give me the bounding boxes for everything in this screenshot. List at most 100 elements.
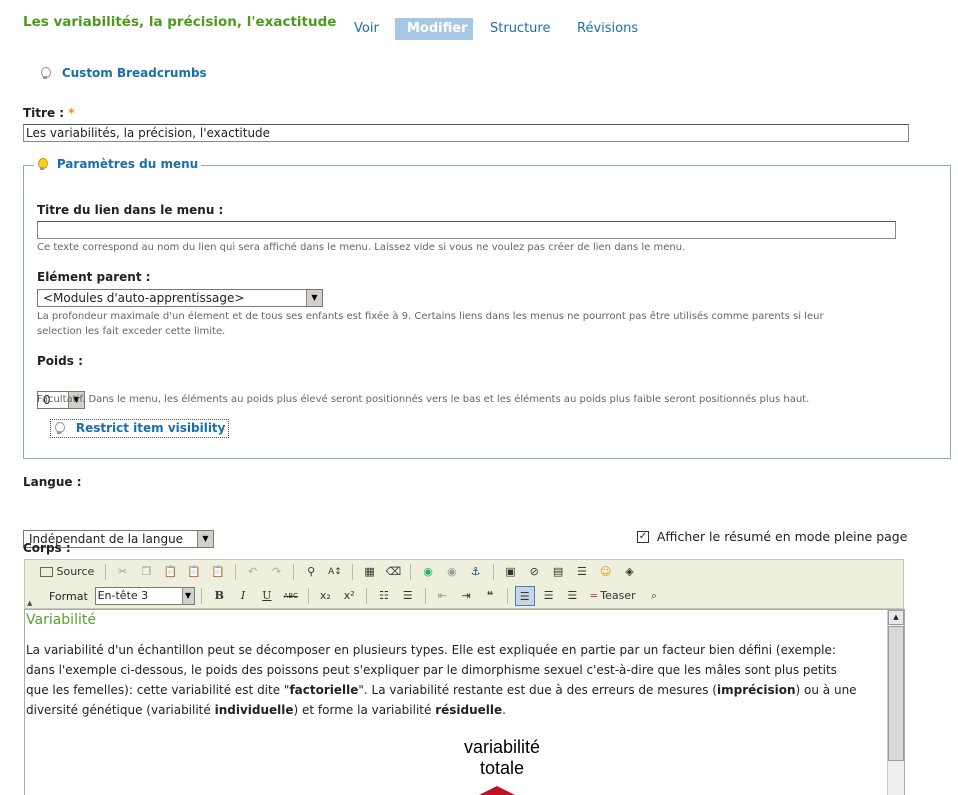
corps-label: Corps : bbox=[23, 541, 71, 555]
numbered-list-icon[interactable]: ☷ bbox=[374, 586, 394, 606]
teaser-button-label: Teaser bbox=[600, 589, 636, 602]
dropdown-arrow-icon[interactable]: ▼ bbox=[197, 531, 213, 547]
langue-label: Langue : bbox=[23, 475, 82, 489]
editor-body[interactable]: Variabilité La variabilité d'un échantil… bbox=[24, 609, 905, 795]
restrict-visibility-row[interactable]: Restrict item visibility bbox=[50, 419, 229, 438]
custom-breadcrumbs-link[interactable]: Custom Breadcrumbs bbox=[62, 66, 207, 80]
cut-icon[interactable]: ✂ bbox=[113, 562, 133, 582]
dropdown-arrow-icon[interactable]: ▼ bbox=[181, 588, 194, 604]
align-left-icon[interactable]: ☰ bbox=[514, 586, 535, 606]
bold-imprecision: imprécision bbox=[716, 683, 796, 697]
smiley-icon[interactable]: ☺ bbox=[596, 562, 616, 582]
restrict-visibility-link[interactable]: Restrict item visibility bbox=[76, 421, 226, 435]
source-icon bbox=[40, 567, 53, 577]
dropdown-arrow-icon[interactable]: ▼ bbox=[306, 290, 322, 306]
outdent-icon[interactable]: ⇤ bbox=[432, 586, 452, 606]
link-icon[interactable]: ◉ bbox=[418, 562, 438, 582]
tab-modifier[interactable]: Modifier bbox=[395, 18, 473, 40]
summary-checkbox-label: Afficher le résumé en mode pleine page bbox=[656, 529, 908, 544]
tab-revisions[interactable]: Révisions bbox=[565, 18, 650, 40]
parent-description-1: La profondeur maximale d'un élement et d… bbox=[37, 311, 824, 322]
flash-icon[interactable]: ⊘ bbox=[524, 562, 544, 582]
link-title-label: Titre du lien dans le menu : bbox=[37, 203, 224, 217]
remove-format-icon[interactable]: ⌫ bbox=[383, 562, 403, 582]
align-right-icon[interactable]: ☰ bbox=[562, 586, 582, 606]
titre-label: Titre : * bbox=[23, 106, 75, 120]
bulleted-list-icon[interactable]: ☰ bbox=[398, 586, 418, 606]
strikethrough-button[interactable]: ABC bbox=[281, 586, 301, 606]
replace-icon[interactable]: A↕ bbox=[325, 562, 345, 582]
content-paragraph: La variabilité d'un échantillon peut se … bbox=[26, 640, 857, 720]
format-label: Format bbox=[49, 589, 88, 603]
figure-arrow-shape bbox=[477, 786, 517, 795]
tab-structure[interactable]: Structure bbox=[478, 18, 562, 40]
paragraph-line-3: que les femelles): cette variabilité est… bbox=[26, 683, 857, 697]
align-center-icon[interactable]: ☰ bbox=[539, 586, 559, 606]
parent-label: Elément parent : bbox=[37, 270, 151, 284]
weight-description: Facultatif. Dans le menu, les éléments a… bbox=[37, 394, 810, 405]
image-icon[interactable]: ▣ bbox=[500, 562, 520, 582]
superscript-button[interactable]: x² bbox=[339, 586, 359, 606]
bold-individuelle: individuelle bbox=[214, 703, 294, 717]
bold-button[interactable]: B bbox=[209, 586, 229, 606]
special-char-icon[interactable]: ◈ bbox=[620, 562, 640, 582]
blockquote-icon[interactable]: ❝ bbox=[480, 586, 500, 606]
undo-icon[interactable]: ↶ bbox=[243, 562, 263, 582]
bold-factorielle: factorielle bbox=[289, 683, 359, 697]
find-icon[interactable]: ⚲ bbox=[301, 562, 321, 582]
source-button[interactable]: Source bbox=[40, 562, 98, 582]
parent-select-value: <Modules d'auto-apprentissage> bbox=[43, 291, 245, 305]
format-select-value: En-tête 3 bbox=[97, 589, 149, 602]
menu-settings-legend-label[interactable]: Paramètres du menu bbox=[57, 157, 198, 171]
paragraph-line-2: dans l'exemple ci-dessous, le poids des … bbox=[26, 663, 837, 677]
indent-icon[interactable]: ⇥ bbox=[456, 586, 476, 606]
link-title-input[interactable] bbox=[37, 221, 896, 239]
preview-icon[interactable]: ⌕ bbox=[644, 586, 664, 606]
teaser-icon: ═ bbox=[590, 591, 597, 602]
titre-label-text: Titre : bbox=[23, 106, 65, 120]
figure-line-1: variabilité bbox=[463, 737, 541, 757]
italic-button[interactable]: I bbox=[233, 586, 253, 606]
source-button-label: Source bbox=[56, 565, 95, 578]
subscript-button[interactable]: x₂ bbox=[315, 586, 335, 606]
figure-line-2: totale bbox=[479, 758, 525, 778]
table-icon[interactable]: ▤ bbox=[548, 562, 568, 582]
figure-caption: variabilité totale bbox=[427, 737, 577, 779]
parent-description-2: selection les fait exceder cette limite. bbox=[37, 326, 226, 337]
paragraph-line-1: La variabilité d'un échantillon peut se … bbox=[26, 643, 836, 657]
toolbar-row-1: Source ✂ ❐ 📋 📋 📋 ↶ ↷ ⚲ A↕ ▦ ⌫ ◉ ◉ ⚓ ▣ ⊘ … bbox=[40, 562, 640, 582]
parent-select[interactable]: <Modules d'auto-apprentissage> ▼ bbox=[37, 289, 323, 307]
format-select[interactable]: En-tête 3 ▼ bbox=[94, 587, 195, 605]
scroll-up-icon[interactable]: ▲ bbox=[888, 610, 904, 625]
paste-text-icon[interactable]: 📋 bbox=[184, 562, 204, 582]
summary-checkbox[interactable]: ✓ bbox=[637, 530, 649, 543]
select-all-icon[interactable]: ▦ bbox=[360, 562, 380, 582]
menu-settings-legend[interactable]: Paramètres du menu bbox=[34, 157, 202, 171]
weight-label: Poids : bbox=[37, 354, 83, 368]
toolbar-row-2: Format En-tête 3 ▼ B I U ABC x₂ x² ☷ ☰ ⇤… bbox=[40, 586, 664, 606]
custom-breadcrumbs-row[interactable]: Custom Breadcrumbs bbox=[40, 66, 207, 80]
scroll-thumb[interactable] bbox=[888, 626, 904, 761]
paste-icon[interactable]: 📋 bbox=[160, 562, 180, 582]
titre-input[interactable]: Les variabilités, la précision, l'exacti… bbox=[23, 124, 909, 142]
link-title-description: Ce texte correspond au nom du lien qui s… bbox=[37, 242, 686, 253]
teaser-button[interactable]: ═ Teaser bbox=[586, 586, 640, 606]
editor-scrollbar[interactable]: ▲ bbox=[887, 610, 904, 795]
unlink-icon[interactable]: ◉ bbox=[442, 562, 462, 582]
lightbulb-icon bbox=[54, 422, 65, 435]
redo-icon[interactable]: ↷ bbox=[266, 562, 286, 582]
anchor-icon[interactable]: ⚓ bbox=[466, 562, 486, 582]
lightbulb-on-icon bbox=[37, 158, 48, 171]
tab-voir[interactable]: Voir bbox=[342, 18, 391, 40]
copy-icon[interactable]: ❐ bbox=[136, 562, 156, 582]
paragraph-line-4: diversité génétique (variabilité individ… bbox=[26, 703, 506, 717]
summary-checkbox-row[interactable]: ✓ Afficher le résumé en mode pleine page bbox=[637, 529, 907, 544]
collapse-toolbar-icon[interactable]: ▲ bbox=[27, 599, 32, 607]
underline-button[interactable]: U bbox=[257, 586, 277, 606]
paste-word-icon[interactable]: 📋 bbox=[208, 562, 228, 582]
required-mark: * bbox=[68, 106, 75, 120]
horizontal-rule-icon[interactable]: ☰ bbox=[572, 562, 592, 582]
bold-residuelle: résiduelle bbox=[435, 703, 503, 717]
lightbulb-icon bbox=[40, 67, 51, 80]
page-title: Les variabilités, la précision, l'exacti… bbox=[23, 14, 337, 30]
